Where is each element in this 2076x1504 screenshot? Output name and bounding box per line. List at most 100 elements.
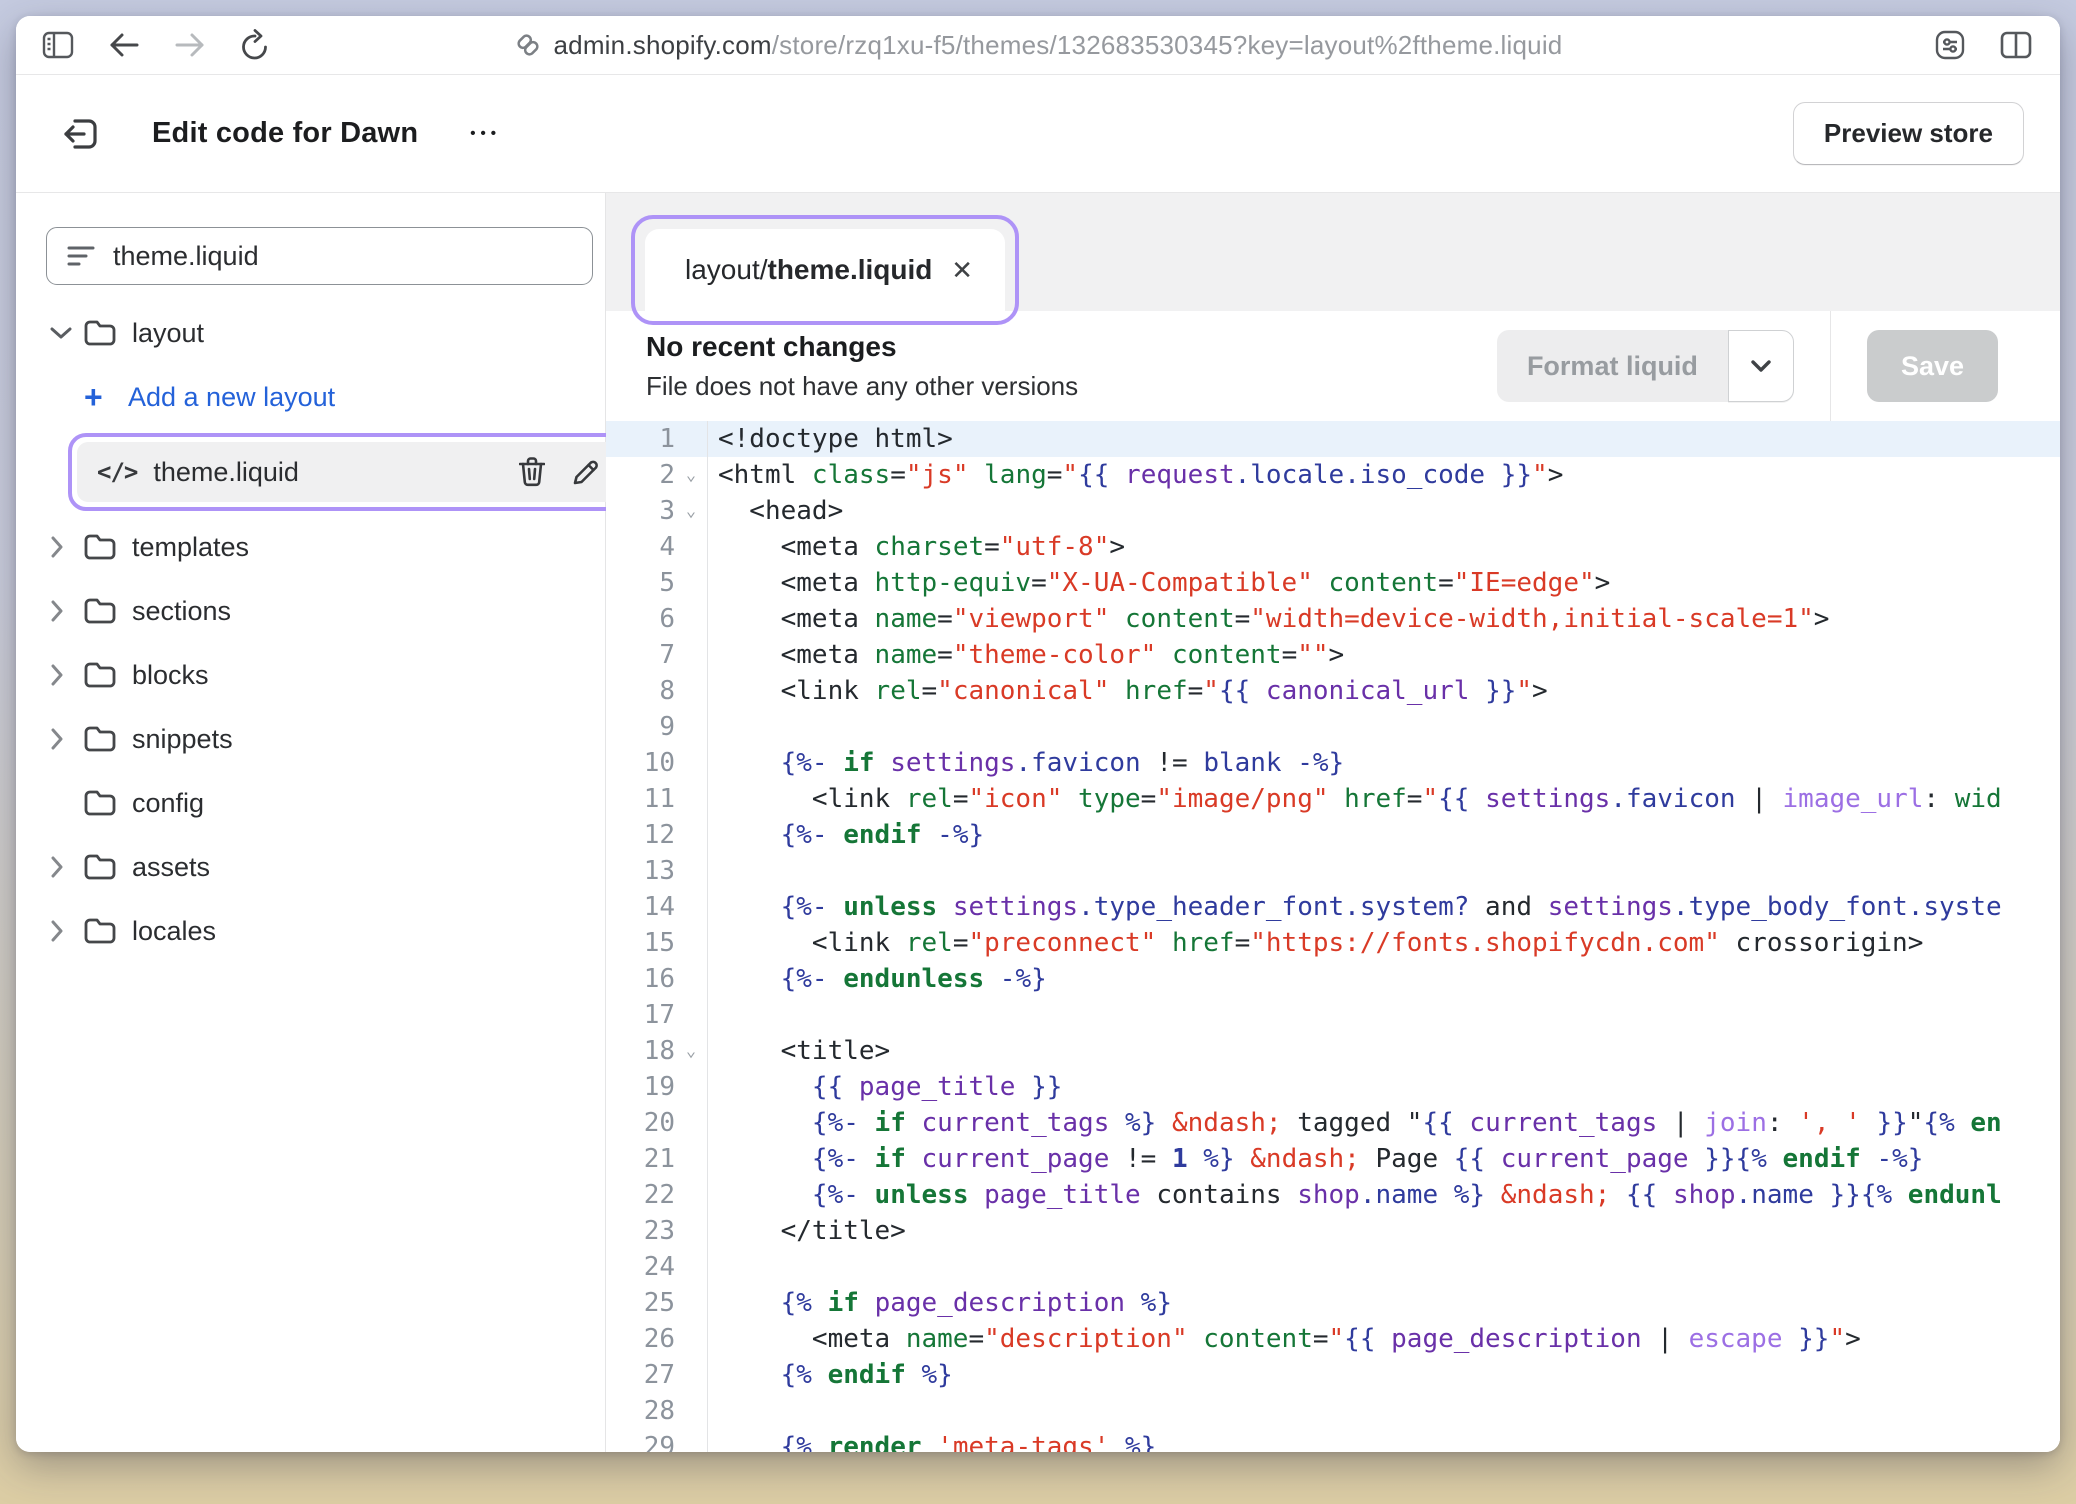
- code-line-19[interactable]: 19 {{ page_title }}: [606, 1069, 2060, 1105]
- code-line-3[interactable]: 3⌄ <head>: [606, 493, 2060, 529]
- fold-toggle-icon: [675, 529, 707, 565]
- code-line-28[interactable]: 28: [606, 1393, 2060, 1429]
- code-line-9[interactable]: 9: [606, 709, 2060, 745]
- code-line-12[interactable]: 12 {%- endif -%}: [606, 817, 2060, 853]
- code-line-27[interactable]: 27 {% endif %}: [606, 1357, 2060, 1393]
- delete-file-icon[interactable]: [519, 457, 545, 487]
- code-line-21[interactable]: 21 {%- if current_page != 1 %} &ndash; P…: [606, 1141, 2060, 1177]
- search-value: theme.liquid: [113, 241, 259, 272]
- sidebar-item-locales[interactable]: locales: [32, 899, 597, 963]
- chevron-down-icon[interactable]: [50, 326, 84, 340]
- code-text: <head>: [708, 493, 2060, 529]
- sidebar-item-layout[interactable]: layout: [32, 301, 597, 365]
- fold-toggle-icon: [675, 673, 707, 709]
- line-number: 10: [606, 745, 708, 781]
- sidebar-item-theme-liquid[interactable]: </> theme.liquid: [77, 442, 619, 502]
- address-bar[interactable]: admin.shopify.com/store/rzq1xu-f5/themes…: [16, 16, 2060, 74]
- code-line-13[interactable]: 13: [606, 853, 2060, 889]
- code-line-11[interactable]: 11 <link rel="icon" type="image/png" hre…: [606, 781, 2060, 817]
- fold-toggle-icon: [675, 925, 707, 961]
- code-line-26[interactable]: 26 <meta name="description" content="{{ …: [606, 1321, 2060, 1357]
- code-line-17[interactable]: 17: [606, 997, 2060, 1033]
- line-number: 9: [606, 709, 708, 745]
- rename-file-icon[interactable]: [571, 457, 601, 487]
- tab-layout-theme-liquid[interactable]: layout/theme.liquid ✕: [645, 229, 1005, 311]
- page-title: Edit code for Dawn: [152, 117, 418, 150]
- code-line-8[interactable]: 8 <link rel="canonical" href="{{ canonic…: [606, 673, 2060, 709]
- sidebar-item-assets[interactable]: assets: [32, 835, 597, 899]
- fold-toggle-icon: [675, 889, 707, 925]
- fold-toggle-icon[interactable]: ⌄: [675, 1033, 707, 1069]
- fold-toggle-icon: [675, 709, 707, 745]
- add-new-layout-button[interactable]: + Add a new layout: [32, 365, 597, 429]
- chevron-right-icon[interactable]: [50, 536, 84, 558]
- sidebar-item-config[interactable]: config: [32, 771, 597, 835]
- more-actions-button[interactable]: •••: [470, 125, 501, 142]
- line-number: 6: [606, 601, 708, 637]
- plus-icon: +: [84, 379, 118, 416]
- code-line-14[interactable]: 14 {%- unless settings.type_header_font.…: [606, 889, 2060, 925]
- code-text: {%- if current_tags %} &ndash; tagged "{…: [708, 1105, 2060, 1141]
- line-number: 22: [606, 1177, 708, 1213]
- code-line-7[interactable]: 7 <meta name="theme-color" content="">: [606, 637, 2060, 673]
- code-line-23[interactable]: 23 </title>: [606, 1213, 2060, 1249]
- chevron-right-icon[interactable]: [50, 728, 84, 750]
- line-number: 15: [606, 925, 708, 961]
- chevron-right-icon[interactable]: [50, 600, 84, 622]
- code-text: <meta http-equiv="X-UA-Compatible" conte…: [708, 565, 2060, 601]
- code-line-2[interactable]: 2⌄<html class="js" lang="{{ request.loca…: [606, 457, 2060, 493]
- folder-icon: [84, 598, 128, 624]
- line-number: 3⌄: [606, 493, 708, 529]
- code-text: <meta name="description" content="{{ pag…: [708, 1321, 2060, 1357]
- code-line-5[interactable]: 5 <meta http-equiv="X-UA-Compatible" con…: [606, 565, 2060, 601]
- fold-toggle-icon: [675, 1393, 707, 1429]
- code-line-25[interactable]: 25 {% if page_description %}: [606, 1285, 2060, 1321]
- code-line-1[interactable]: 1<!doctype html>: [606, 421, 2060, 457]
- code-text: <meta name="theme-color" content="">: [708, 637, 2060, 673]
- line-number: 24: [606, 1249, 708, 1285]
- chevron-right-icon[interactable]: [50, 920, 84, 942]
- chevron-right-icon[interactable]: [50, 664, 84, 686]
- fold-toggle-icon: [675, 853, 707, 889]
- line-number: 19: [606, 1069, 708, 1105]
- code-text: <link rel="icon" type="image/png" href="…: [708, 781, 2060, 817]
- code-text: [708, 997, 2060, 1033]
- format-options-dropdown[interactable]: [1728, 330, 1794, 402]
- preview-store-button[interactable]: Preview store: [1793, 102, 2024, 165]
- chevron-right-icon[interactable]: [50, 856, 84, 878]
- line-number: 23: [606, 1213, 708, 1249]
- line-number: 5: [606, 565, 708, 601]
- sidebar-item-snippets[interactable]: snippets: [32, 707, 597, 771]
- fold-toggle-icon[interactable]: ⌄: [675, 493, 707, 529]
- fold-toggle-icon: [675, 1429, 707, 1452]
- code-line-10[interactable]: 10 {%- if settings.favicon != blank -%}: [606, 745, 2060, 781]
- code-line-16[interactable]: 16 {%- endunless -%}: [606, 961, 2060, 997]
- format-liquid-button[interactable]: Format liquid: [1497, 330, 1794, 402]
- line-number: 16: [606, 961, 708, 997]
- line-number: 14: [606, 889, 708, 925]
- link-icon: [514, 31, 542, 59]
- code-text: {%- unless settings.type_header_font.sys…: [708, 889, 2060, 925]
- fold-toggle-icon: [675, 1285, 707, 1321]
- code-line-24[interactable]: 24: [606, 1249, 2060, 1285]
- code-line-20[interactable]: 20 {%- if current_tags %} &ndash; tagged…: [606, 1105, 2060, 1141]
- code-line-6[interactable]: 6 <meta name="viewport" content="width=d…: [606, 601, 2060, 637]
- fold-toggle-icon[interactable]: ⌄: [675, 457, 707, 493]
- folder-icon: [84, 854, 128, 880]
- fold-toggle-icon: [675, 637, 707, 673]
- sidebar-item-templates[interactable]: templates: [32, 515, 597, 579]
- exit-editor-icon[interactable]: [62, 116, 100, 152]
- code-file-icon: </>: [97, 458, 137, 486]
- code-editor[interactable]: 1<!doctype html>2⌄<html class="js" lang=…: [606, 421, 2060, 1452]
- fold-toggle-icon: [675, 1105, 707, 1141]
- code-line-22[interactable]: 22 {%- unless page_title contains shop.n…: [606, 1177, 2060, 1213]
- code-line-18[interactable]: 18⌄ <title>: [606, 1033, 2060, 1069]
- sidebar-item-blocks[interactable]: blocks: [32, 643, 597, 707]
- save-button[interactable]: Save: [1867, 330, 1998, 402]
- code-line-15[interactable]: 15 <link rel="preconnect" href="https://…: [606, 925, 2060, 961]
- code-line-4[interactable]: 4 <meta charset="utf-8">: [606, 529, 2060, 565]
- code-line-29[interactable]: 29 {% render 'meta-tags' %}: [606, 1429, 2060, 1452]
- file-search-input[interactable]: theme.liquid: [46, 227, 593, 285]
- sidebar-item-sections[interactable]: sections: [32, 579, 597, 643]
- close-tab-icon[interactable]: ✕: [947, 251, 977, 290]
